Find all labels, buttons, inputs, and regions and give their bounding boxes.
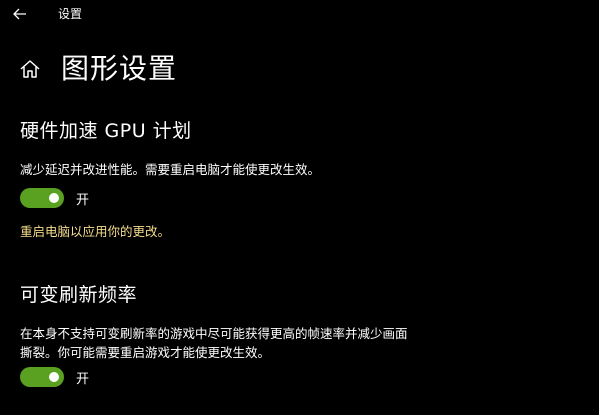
variable-refresh-description-line1: 在本身不支持可变刷新率的游戏中尽可能获得更高的帧速率并减少画面 [20,326,408,341]
variable-refresh-section: 可变刷新频率 在本身不支持可变刷新率的游戏中尽可能获得更高的帧速率并减少画面 撕… [20,282,580,388]
variable-refresh-title: 可变刷新频率 [20,284,138,306]
variable-refresh-description-line2: 撕裂。你可能需要重启游戏才能使更改生效。 [20,345,271,360]
home-icon[interactable] [19,58,41,80]
title-bar: 设置 [0,0,599,28]
page-header: 图形设置 [0,50,599,90]
gpu-scheduling-title: 硬件加速 GPU 计划 [20,120,192,142]
gpu-scheduling-description: 减少延迟并改进性能。需要重启电脑才能使更改生效。 [20,162,321,177]
variable-refresh-toggle-label: 开 [76,371,90,387]
page-title: 图形设置 [61,52,178,85]
gpu-scheduling-toggle-row[interactable]: 开 [20,187,580,209]
back-arrow-icon [13,8,26,20]
back-button[interactable] [8,4,32,24]
gpu-scheduling-toggle-label: 开 [76,192,90,208]
gpu-scheduling-toggle[interactable] [20,188,64,208]
app-title: 设置 [58,7,83,21]
settings-window: 设置 图形设置 硬件加速 GPU 计划 减少延迟并改进性能。需要重启电脑才能使更… [0,0,599,415]
restart-notice: 重启电脑以应用你的更改。 [20,224,171,239]
toggle-knob [49,193,59,203]
variable-refresh-toggle-row[interactable]: 开 [20,366,580,388]
gpu-scheduling-section: 硬件加速 GPU 计划 减少延迟并改进性能。需要重启电脑才能使更改生效。 开 重… [20,118,580,241]
toggle-knob [49,372,59,382]
variable-refresh-toggle[interactable] [20,367,64,387]
